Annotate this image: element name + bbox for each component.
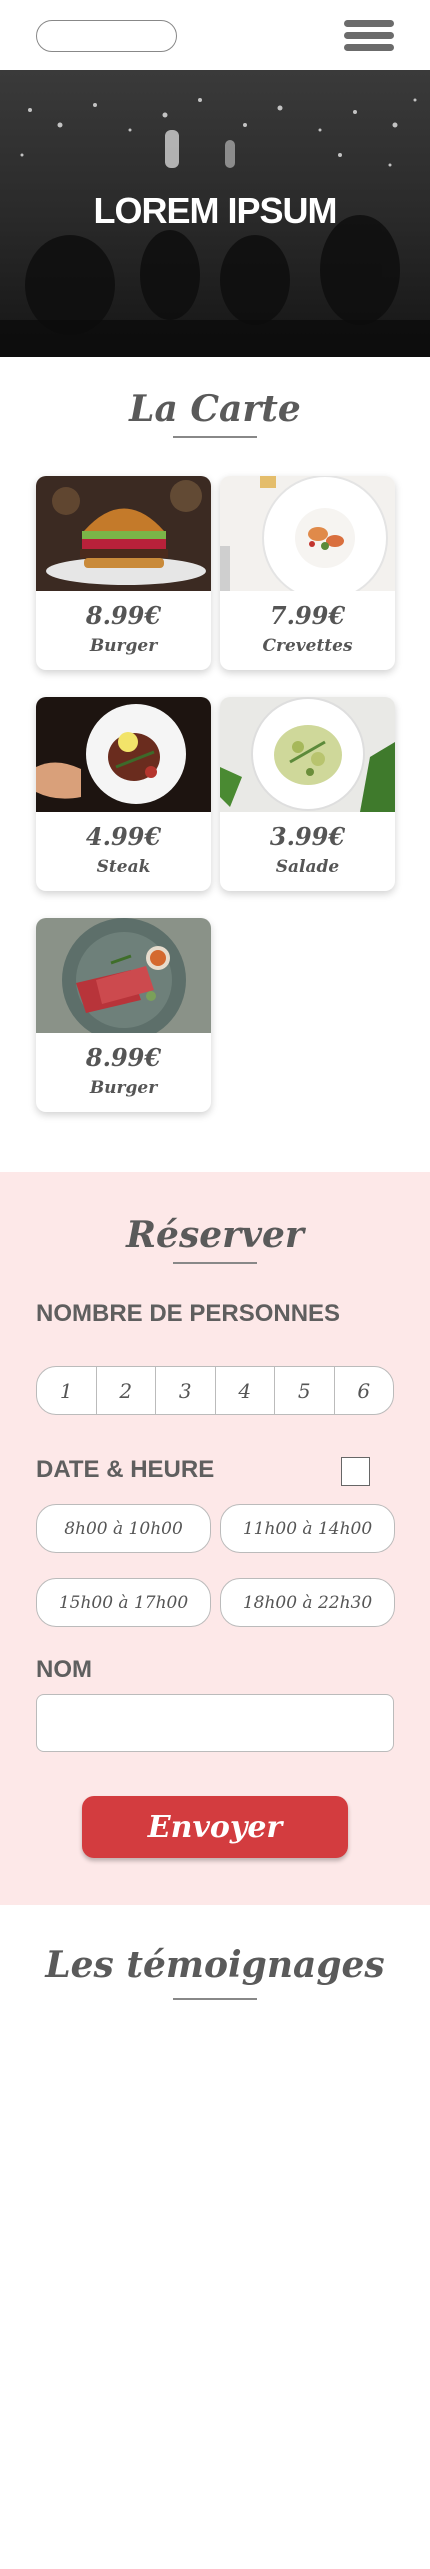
menu-card-burger-2[interactable]: 8.99€ Burger — [36, 918, 211, 1112]
testimonials-title-underline — [173, 1998, 257, 2000]
header — [0, 0, 430, 70]
testimonials-title: Les témoignages — [45, 1944, 385, 1986]
reservation-title: Réserver — [126, 1214, 304, 1256]
name-field[interactable] — [36, 1694, 394, 1752]
menu-card-crevettes[interactable]: 7.99€ Crevettes — [220, 476, 395, 670]
people-option-1[interactable]: 1 — [37, 1367, 96, 1414]
reservation-title-underline — [173, 1262, 257, 1264]
menu-item-price: 4.99€ — [85, 822, 162, 851]
menu-card-salade[interactable]: 3.99€ Salade — [220, 697, 395, 891]
menu-item-name: Burger — [89, 1078, 158, 1098]
menu-item-price: 8.99€ — [85, 1043, 162, 1072]
steak-image — [36, 697, 211, 812]
time-slot-2[interactable]: 11h00 à 14h00 — [220, 1504, 395, 1553]
people-option-2[interactable]: 2 — [95, 1367, 156, 1414]
menu-item-price: 3.99€ — [269, 822, 346, 851]
people-label: NOMBRE DE PERSONNES — [36, 1300, 341, 1327]
datetime-label: DATE & HEURE — [36, 1456, 215, 1483]
search-input[interactable] — [36, 20, 177, 52]
menu-title-underline — [173, 436, 257, 438]
hero-banner: LOREM IPSUM — [0, 70, 430, 357]
menu-item-name: Steak — [96, 857, 151, 877]
time-slot-3[interactable]: 15h00 à 17h00 — [36, 1578, 211, 1627]
people-option-3[interactable]: 3 — [155, 1367, 215, 1414]
people-selector: 1 2 3 4 5 6 — [36, 1366, 394, 1415]
crevettes-image — [220, 476, 395, 591]
time-slot-4[interactable]: 18h00 à 22h30 — [220, 1578, 395, 1627]
name-label: NOM — [36, 1656, 92, 1683]
menu-item-name: Crevettes — [262, 636, 353, 656]
menu-card-steak[interactable]: 4.99€ Steak — [36, 697, 211, 891]
time-slot-1[interactable]: 8h00 à 10h00 — [36, 1504, 211, 1553]
hamburger-icon[interactable] — [344, 20, 394, 51]
salade-image — [220, 697, 395, 812]
submit-button[interactable]: Envoyer — [82, 1796, 348, 1858]
menu-item-name: Salade — [275, 857, 340, 877]
menu-card-burger[interactable]: 8.99€ Burger — [36, 476, 211, 670]
menu-item-price: 8.99€ — [85, 601, 162, 630]
burger-image — [36, 476, 211, 591]
people-option-6[interactable]: 6 — [333, 1367, 394, 1414]
menu-item-name: Burger — [89, 636, 158, 656]
datetime-checkbox[interactable] — [341, 1457, 370, 1486]
menu-section-title: La Carte — [129, 388, 301, 430]
hero-title: LOREM IPSUM — [93, 190, 337, 231]
menu-item-price: 7.99€ — [269, 601, 346, 630]
people-option-4[interactable]: 4 — [214, 1367, 275, 1414]
reservation-section: Réserver NOMBRE DE PERSONNES 1 2 3 4 5 6… — [0, 1172, 430, 1905]
tuna-plate-image — [36, 918, 211, 1033]
people-option-5[interactable]: 5 — [274, 1367, 334, 1414]
